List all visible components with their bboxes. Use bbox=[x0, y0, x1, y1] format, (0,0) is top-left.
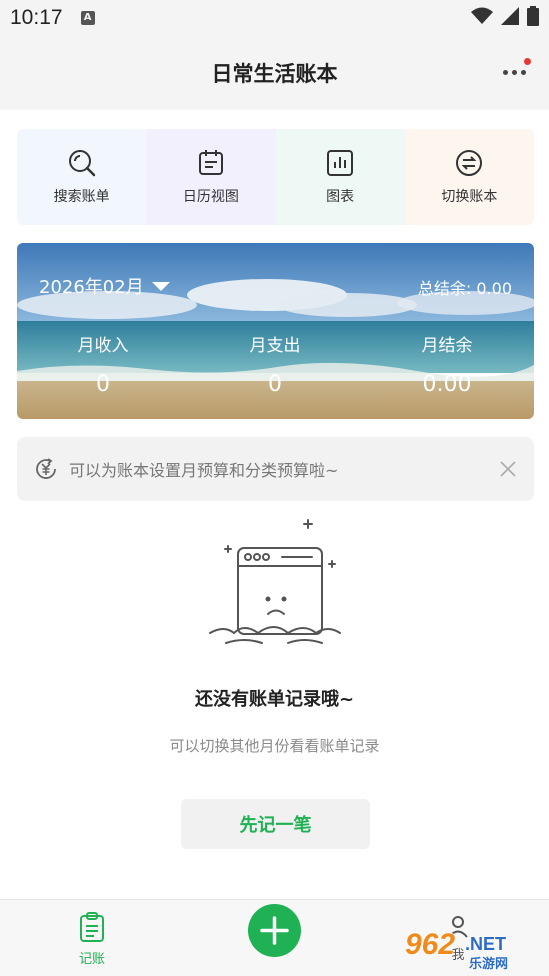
monthly-income: 月收入 0 bbox=[17, 331, 189, 397]
chart-label: 图表 bbox=[326, 189, 355, 205]
battery-icon bbox=[527, 6, 539, 26]
wifi-icon bbox=[471, 7, 493, 24]
switch-book-label: 切换账本 bbox=[441, 189, 498, 205]
app-header: 日常生活账本 bbox=[0, 36, 549, 110]
balance-value: 0.00 bbox=[422, 372, 472, 397]
total-balance: 总结余: 0.00 bbox=[418, 275, 512, 299]
switch-book-button[interactable]: 切换账本 bbox=[404, 129, 534, 225]
quick-actions: 搜索账单 日历视图 图表 切换账本 bbox=[17, 129, 534, 225]
more-dot-icon bbox=[512, 70, 517, 75]
status-time: 10:17 bbox=[10, 6, 63, 29]
monthly-expense: 月支出 0 bbox=[189, 331, 361, 397]
expense-label: 月支出 bbox=[249, 336, 301, 356]
close-icon[interactable] bbox=[498, 459, 518, 479]
a-notification-icon: A bbox=[80, 11, 95, 25]
search-icon bbox=[68, 150, 95, 177]
plus-icon bbox=[260, 916, 289, 945]
watermark-suffix: .NET bbox=[465, 934, 506, 954]
empty-state-subtitle: 可以切换其他月份看看账单记录 bbox=[169, 737, 380, 755]
yen-cycle-icon bbox=[36, 458, 56, 479]
search-bills-label: 搜索账单 bbox=[53, 189, 110, 205]
watermark-sub: 乐游网 bbox=[469, 956, 508, 972]
income-label: 月收入 bbox=[77, 336, 129, 356]
nav-bookkeeping-label: 记账 bbox=[78, 952, 105, 967]
dropdown-arrow-icon bbox=[151, 281, 170, 291]
calendar-view-button[interactable]: 日历视图 bbox=[146, 129, 276, 225]
watermark-brand: 962 bbox=[405, 928, 455, 961]
more-menu-button[interactable] bbox=[501, 58, 531, 82]
add-entry-button[interactable] bbox=[248, 904, 301, 957]
expense-value: 0 bbox=[268, 372, 282, 397]
empty-bills-illustration bbox=[209, 519, 341, 644]
chart-icon bbox=[327, 150, 354, 176]
chart-button[interactable]: 图表 bbox=[275, 129, 405, 225]
current-month: 2026年02月 bbox=[39, 277, 144, 298]
nav-bookkeeping[interactable]: 记账 bbox=[62, 912, 122, 967]
budget-tip-banner[interactable]: 可以为账本设置月预算和分类预算啦~ bbox=[17, 437, 534, 501]
clipboard-icon bbox=[80, 912, 104, 942]
status-bar: 10:17 A bbox=[0, 0, 549, 36]
more-dot-icon bbox=[521, 70, 526, 75]
budget-tip-text: 可以为账本设置月预算和分类预算啦~ bbox=[69, 461, 339, 480]
switch-icon bbox=[456, 150, 483, 176]
income-value: 0 bbox=[96, 372, 110, 397]
search-bills-button[interactable]: 搜索账单 bbox=[17, 129, 147, 225]
more-dot-icon bbox=[503, 70, 508, 75]
empty-state-title: 还没有账单记录哦~ bbox=[194, 689, 355, 710]
monthly-summary-card: 2026年02月 总结余: 0.00 月收入 0 月支出 0 月结余 0.00 bbox=[17, 243, 534, 419]
status-indicators bbox=[471, 6, 539, 26]
record-first-entry-button[interactable]: 先记一笔 bbox=[181, 799, 370, 849]
calendar-icon bbox=[198, 150, 223, 175]
signal-icon bbox=[501, 7, 519, 25]
notification-dot-icon bbox=[524, 58, 531, 65]
month-picker[interactable]: 2026年02月 bbox=[39, 273, 170, 299]
site-watermark: 962 .NET 乐游网 bbox=[403, 926, 543, 972]
calendar-view-label: 日历视图 bbox=[182, 189, 239, 205]
watermark-logo: 962 .NET 乐游网 bbox=[404, 927, 508, 972]
balance-label: 月结余 bbox=[421, 336, 473, 356]
total-balance-text: 总结余: 0.00 bbox=[417, 279, 512, 298]
page-title: 日常生活账本 bbox=[211, 62, 338, 86]
monthly-balance: 月结余 0.00 bbox=[361, 331, 533, 397]
